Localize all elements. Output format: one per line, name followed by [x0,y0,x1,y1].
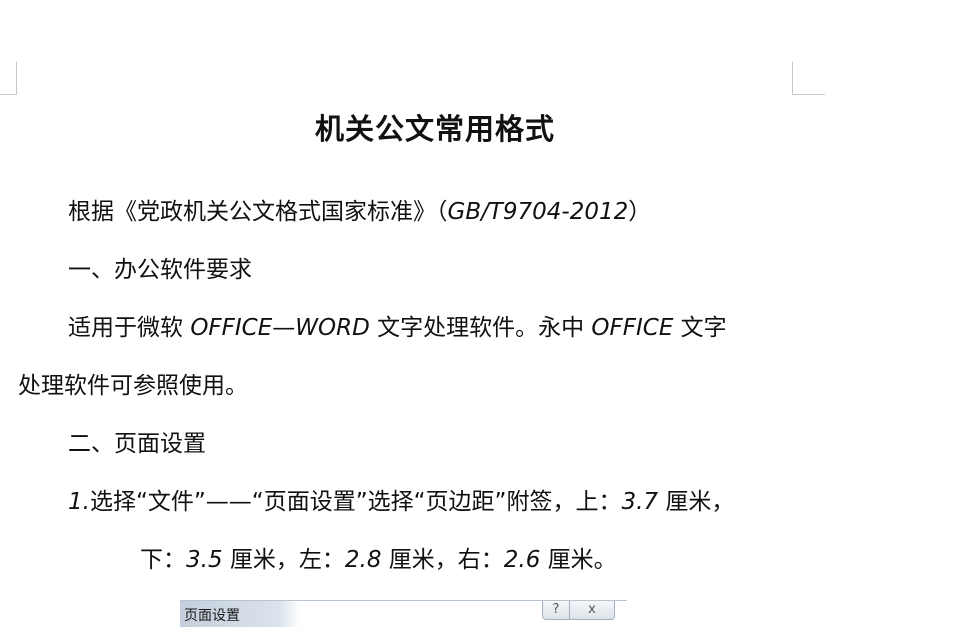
list-number: 1. [68,489,90,515]
paragraph-software-line2: 处理软件可参照使用。 [18,373,248,399]
margins-text-b: 厘米， [658,489,735,515]
margins-text-a: 选择“文件”——“页面设置”选择“页边距”附签，上： [89,489,622,515]
crop-mark-top-right-vertical [792,62,793,94]
margins-text-f: 厘米。 [540,547,617,573]
document-page: 机关公文常用格式 根据《党政机关公文格式国家标准》（GB/T9704-2012）… [0,0,961,627]
dialog-title: 页面设置 [184,608,240,624]
paragraph-standard-reference: 根据《党政机关公文格式国家标准》（GB/T9704-2012） [68,197,651,227]
software-name-office: OFFICE [591,315,674,341]
crop-mark-top-right-horizontal [792,94,825,95]
paragraph-software-line1: 适用于微软 OFFICE—WORD 文字处理软件。永中 OFFICE 文字 [68,313,727,343]
standard-reference-text: 根据《党政机关公文格式国家标准》（ [68,199,448,225]
heading-page-setup: 二、页面设置 [68,431,206,457]
margin-top-value: 3.7 [621,489,659,515]
paragraph-margins-line1: 1.选择“文件”——“页面设置”选择“页边距”附签，上：3.7 厘米， [68,487,734,517]
margin-right-value: 2.6 [503,547,541,573]
margin-left-value: 2.8 [344,547,382,573]
paragraph-margins-line2: 下：3.5 厘米，左：2.8 厘米，右：2.6 厘米。 [140,545,617,575]
crop-mark-top-left-vertical [16,62,17,94]
crop-mark-top-left-horizontal [0,94,17,95]
software-text-b: 文字处理软件。永中 [369,315,592,341]
standard-reference-close: ） [628,199,652,225]
margins-text-d: 厘米，左： [222,547,345,573]
standard-code: GB/T9704-2012 [447,199,629,225]
software-name-office-word: OFFICE—WORD [190,315,370,341]
page-setup-dialog-screenshot: 页面设置 ? x [180,600,627,627]
margins-text-e: 厘米，右： [381,547,504,573]
close-icon: x [569,601,615,620]
help-icon: ? [542,601,570,620]
margins-text-c: 下： [140,547,186,573]
margin-bottom-value: 3.5 [186,547,223,573]
software-text-a: 适用于微软 [68,315,191,341]
document-title: 机关公文常用格式 [314,112,555,146]
software-text-c: 文字 [673,315,727,341]
heading-software-requirements: 一、办公软件要求 [68,257,252,283]
